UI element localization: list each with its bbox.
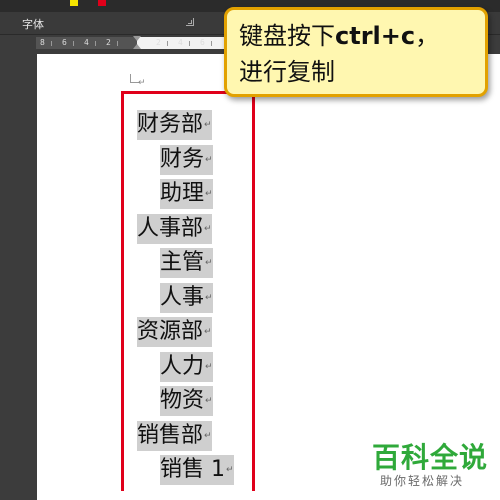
paragraph-mark: ↵ <box>138 78 146 88</box>
ruler-tick <box>211 41 212 46</box>
callout-suffix: ， <box>415 22 440 50</box>
watermark-title: 百科全说 <box>372 441 489 474</box>
ruler-tick <box>73 41 74 46</box>
ruler-number: 4 <box>178 38 183 47</box>
watermark-subtitle: 助你轻松解决 <box>380 474 465 488</box>
callout-keys: ctrl+c <box>335 22 416 50</box>
ruler-number: 4 <box>84 38 89 47</box>
ruler-tick <box>189 41 190 46</box>
callout-prefix: 键盘按下 <box>239 22 335 50</box>
selection-highlight-box <box>121 91 255 491</box>
font-color-swatch[interactable] <box>98 0 106 6</box>
ruler-tick <box>95 41 96 46</box>
font-dialog-launcher-icon[interactable] <box>186 18 194 26</box>
callout-line-1: 键盘按下ctrl+c， <box>239 18 473 54</box>
hanging-indent-marker[interactable] <box>133 44 141 49</box>
ruler-number: 2 <box>156 38 161 47</box>
ruler-tick <box>117 41 118 46</box>
instruction-callout: 键盘按下ctrl+c， 进行复制 <box>224 7 488 97</box>
highlight-color-swatch[interactable] <box>70 0 78 6</box>
callout-line-2: 进行复制 <box>239 58 335 86</box>
ruler-number: 6 <box>62 38 67 47</box>
ruler-number: 2 <box>106 38 111 47</box>
ruler-number: 8 <box>40 38 45 47</box>
first-line-indent-marker[interactable] <box>133 36 141 41</box>
ruler-number: 6 <box>200 38 205 47</box>
document-page[interactable] <box>37 54 500 500</box>
ruler-tick <box>51 41 52 46</box>
ruler-tick <box>167 41 168 46</box>
font-group-label: 字体 <box>22 18 44 31</box>
